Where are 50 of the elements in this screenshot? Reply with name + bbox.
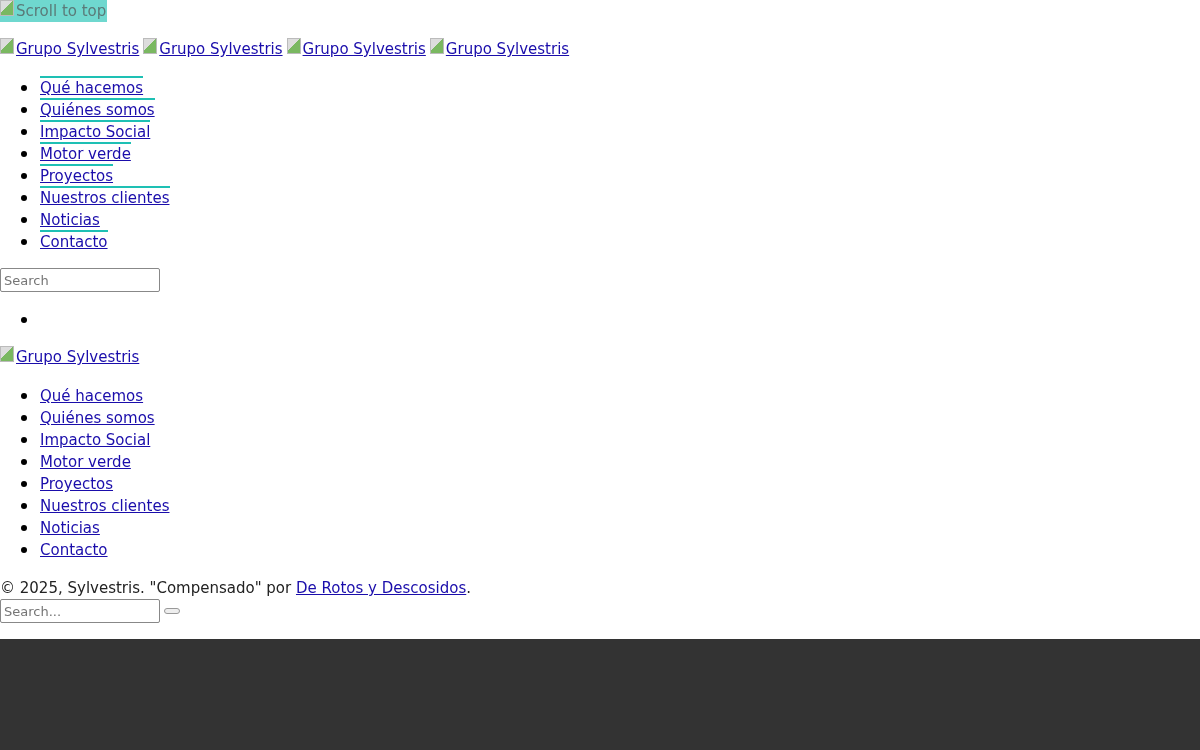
nav-link[interactable]: Motor verde bbox=[40, 450, 131, 472]
logo-link[interactable]: Grupo Sylvestris bbox=[143, 38, 283, 60]
bullet-icon bbox=[21, 195, 27, 201]
bullet-icon bbox=[21, 151, 27, 157]
nav-link[interactable]: Nuestros clientes bbox=[40, 494, 170, 516]
credit-link[interactable]: De Rotos y Descosidos bbox=[295, 576, 467, 598]
bullet-icon bbox=[21, 503, 27, 509]
broken-image-icon bbox=[0, 38, 14, 54]
nav-link[interactable]: Proyectos bbox=[40, 164, 114, 186]
broken-image-icon bbox=[143, 38, 158, 54]
nav-link[interactable]: Qué hacemos bbox=[40, 384, 144, 406]
nav-link[interactable]: Impacto Social bbox=[40, 428, 151, 450]
bullet-icon bbox=[21, 239, 27, 245]
nav-link[interactable]: Contacto bbox=[40, 538, 108, 560]
bullet-icon bbox=[21, 173, 27, 179]
nav-link[interactable]: Proyectos bbox=[40, 472, 114, 494]
bullet-icon bbox=[21, 525, 27, 531]
nav-link[interactable]: Motor verde bbox=[40, 142, 131, 164]
logo-link[interactable]: Grupo Sylvestris bbox=[0, 346, 140, 368]
broken-image-icon bbox=[429, 38, 444, 54]
copyright-text: © 2025, Sylvestris. "Compensado" por bbox=[0, 579, 293, 597]
bullet-icon bbox=[21, 317, 27, 323]
bullet-icon bbox=[21, 547, 27, 553]
search-field[interactable]: Search bbox=[0, 268, 160, 292]
bullet-icon bbox=[21, 459, 27, 465]
bullet-icon bbox=[21, 481, 27, 487]
logo-link[interactable]: Grupo Sylvestris bbox=[286, 38, 426, 60]
search-field[interactable]: Search... bbox=[0, 599, 160, 623]
broken-image-icon bbox=[0, 346, 14, 362]
nav-link[interactable]: Contacto bbox=[40, 230, 108, 252]
nav-link[interactable]: Qué hacemos bbox=[40, 76, 144, 98]
period-text: . bbox=[466, 579, 472, 597]
nav-link[interactable]: Impacto Social bbox=[40, 120, 151, 142]
bullet-icon bbox=[21, 107, 27, 113]
nav-link[interactable]: Noticias bbox=[40, 208, 100, 230]
search-button[interactable] bbox=[164, 608, 180, 614]
bullet-icon bbox=[21, 217, 27, 223]
bullet-icon bbox=[21, 393, 27, 399]
bullet-icon bbox=[21, 437, 27, 443]
nav-link[interactable]: Noticias bbox=[40, 516, 100, 538]
bullet-icon bbox=[21, 415, 27, 421]
logo-link[interactable]: Grupo Sylvestris bbox=[0, 38, 140, 60]
broken-image-icon bbox=[286, 38, 301, 54]
nav-link[interactable]: Quiénes somos bbox=[40, 98, 155, 120]
broken-image-icon bbox=[0, 0, 14, 16]
nav-link[interactable]: Nuestros clientes bbox=[40, 186, 170, 208]
bullet-icon bbox=[21, 129, 27, 135]
nav-link[interactable]: Quiénes somos bbox=[40, 406, 155, 428]
logo-link[interactable]: Grupo Sylvestris bbox=[429, 38, 570, 60]
bullet-icon bbox=[21, 85, 27, 91]
